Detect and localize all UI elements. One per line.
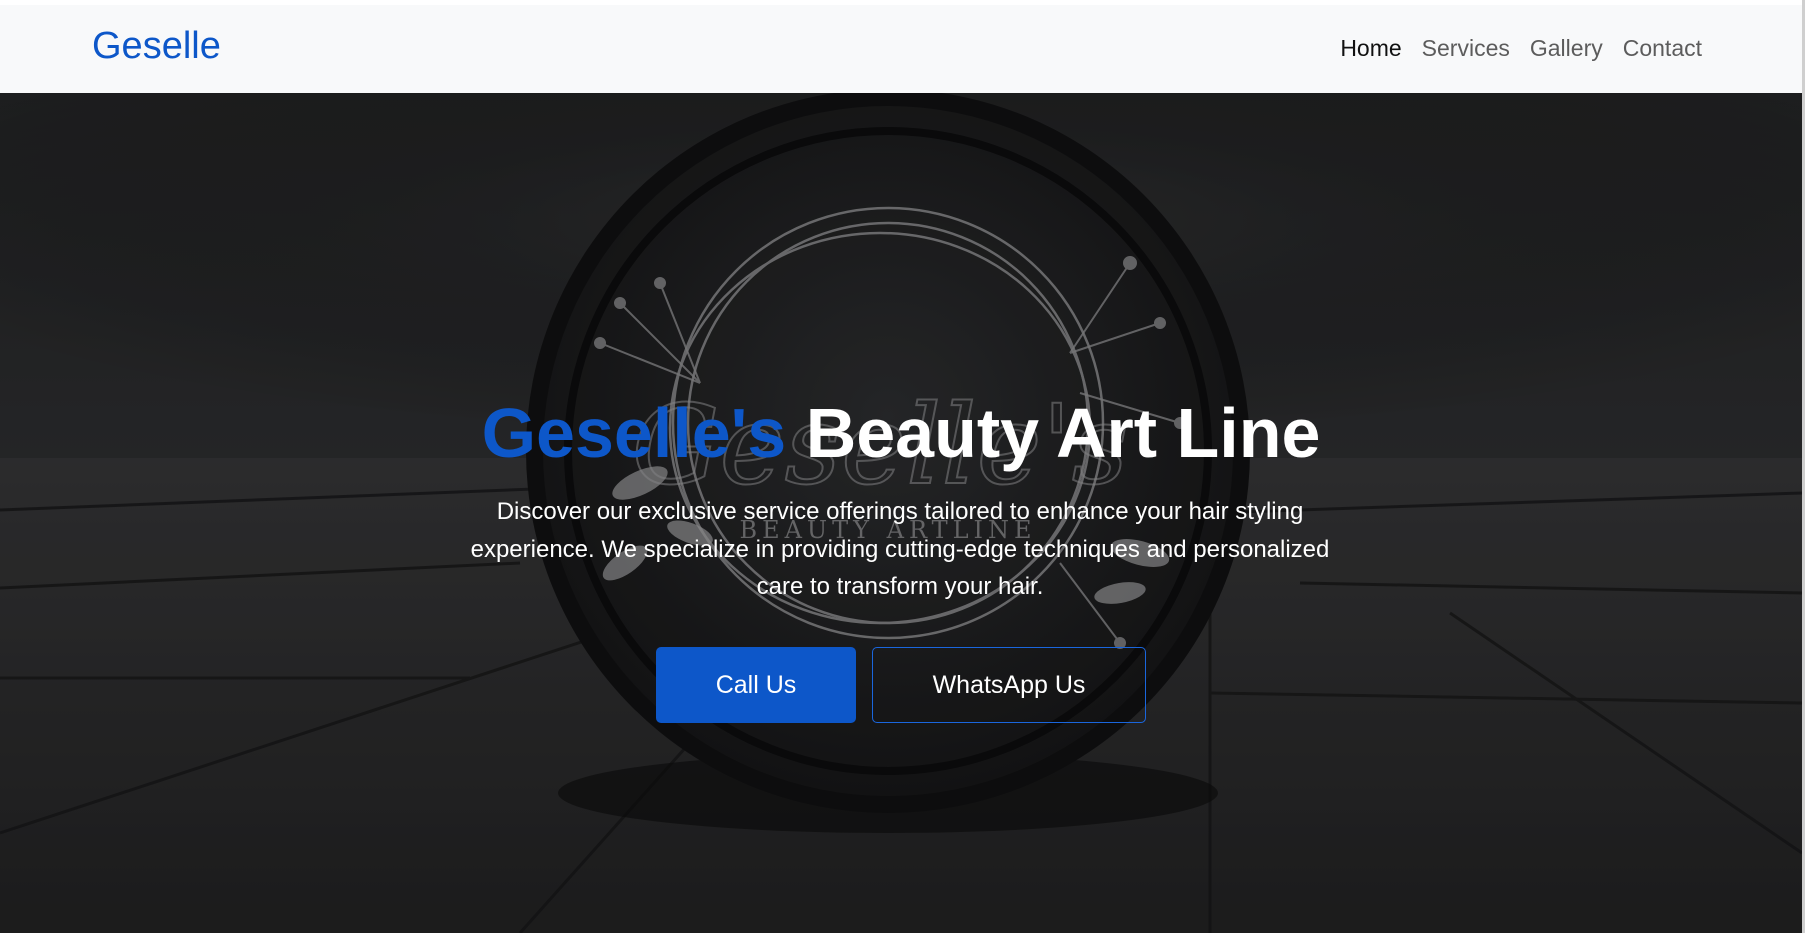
brand-logo-link[interactable]: Geselle	[92, 25, 221, 68]
hero-subtitle-line-2: experience. We specialize in providing c…	[470, 535, 1330, 563]
nav-link-gallery[interactable]: Gallery	[1530, 35, 1603, 62]
hero-subtitle-line-3: care to transform your hair.	[756, 573, 1044, 600]
navbar: Geselle Home Services Gallery Contact	[0, 5, 1805, 93]
hero-title: Geselle's Beauty Art Line	[0, 393, 1802, 473]
nav-link-home[interactable]: Home	[1340, 35, 1401, 62]
nav-link-contact[interactable]: Contact	[1623, 35, 1702, 62]
hero-section: Geselle's BEAUTY ARTLINE Geselle's Beaut…	[0, 93, 1802, 933]
nav-link-services[interactable]: Services	[1422, 35, 1510, 62]
whatsapp-us-button[interactable]: WhatsApp Us	[872, 647, 1146, 723]
nav-links: Home Services Gallery Contact	[1320, 35, 1702, 62]
call-us-button[interactable]: Call Us	[656, 647, 856, 723]
hero-title-accent: Geselle's	[481, 394, 787, 472]
hero-subtitle: Discover our exclusive service offerings…	[440, 493, 1360, 606]
hero-subtitle-line-1: Discover our exclusive service offerings…	[496, 498, 1304, 525]
hero-title-rest: Beauty Art Line	[805, 394, 1321, 472]
